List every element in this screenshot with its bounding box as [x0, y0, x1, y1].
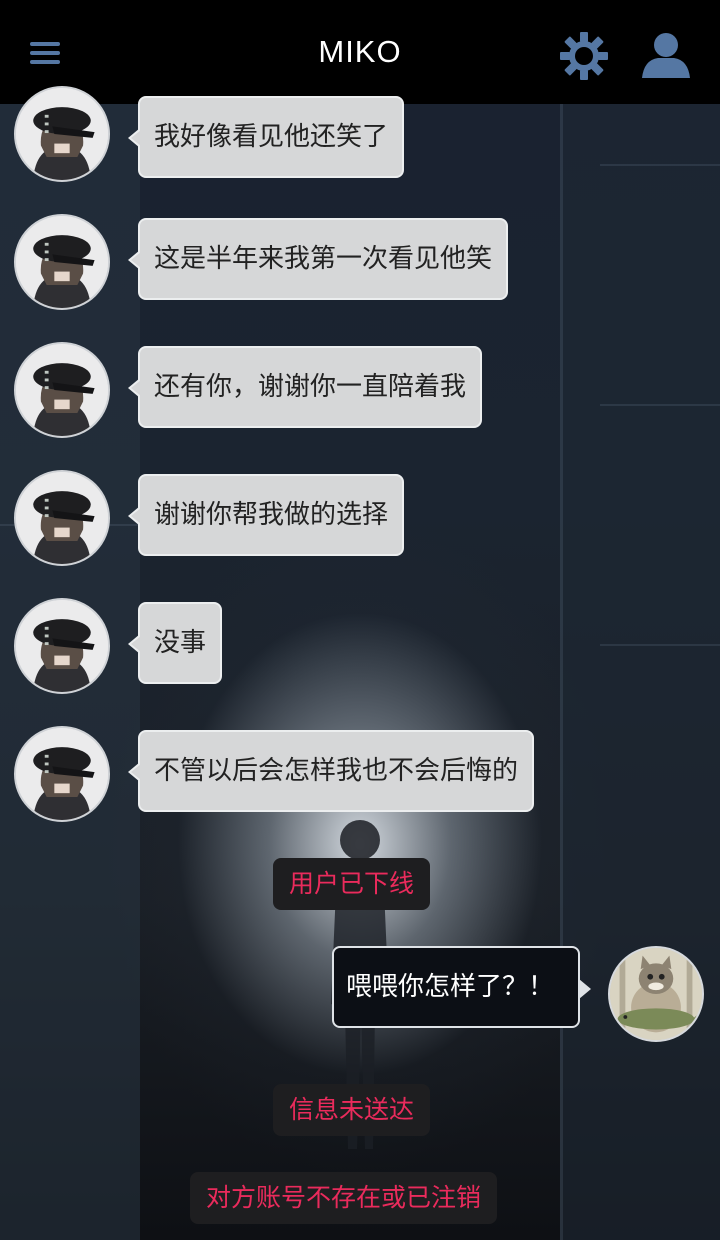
system-notice-offline: 用户已下线 — [273, 858, 431, 910]
message-row: 谢谢你帮我做的选择 — [0, 470, 720, 570]
incoming-message-bubble[interactable]: 没事 — [127, 602, 223, 684]
avatar-girl-cap-icon — [16, 344, 108, 436]
avatar-girl-cap-icon — [16, 472, 108, 564]
hamburger-menu-icon[interactable] — [24, 38, 66, 68]
incoming-message-bubble[interactable]: 不管以后会怎样我也不会后悔的 — [127, 730, 535, 812]
message-row: 还有你，谢谢你一直陪着我 — [0, 342, 720, 442]
gear-icon[interactable] — [559, 31, 609, 81]
avatar[interactable] — [14, 214, 110, 310]
user-icon[interactable] — [640, 32, 692, 78]
outgoing-message-bubble[interactable]: 喂喂你怎样了？！ — [332, 946, 591, 1028]
chat-title: MIKO — [318, 34, 402, 69]
avatar[interactable] — [14, 726, 110, 822]
incoming-message-bubble[interactable]: 我好像看见他还笑了 — [127, 96, 405, 178]
incoming-message-bubble[interactable]: 还有你，谢谢你一直陪着我 — [127, 346, 483, 428]
avatar-girl-cap-icon — [16, 728, 108, 820]
message-row: 我好像看见他还笑了 — [0, 86, 720, 186]
incoming-message-bubble[interactable]: 谢谢你帮我做的选择 — [127, 474, 405, 556]
system-notice-not-delivered: 信息未送达 — [273, 1084, 431, 1136]
my-avatar[interactable] — [608, 946, 704, 1042]
cat-with-fish-avatar-icon — [610, 948, 702, 1040]
message-row: 不管以后会怎样我也不会后悔的 — [0, 726, 720, 826]
avatar-girl-cap-icon — [16, 216, 108, 308]
avatar[interactable] — [14, 470, 110, 566]
avatar-girl-cap-icon — [16, 88, 108, 180]
avatar[interactable] — [14, 86, 110, 182]
message-row: 没事 — [0, 598, 720, 698]
message-row: 这是半年来我第一次看见他笑 — [0, 214, 720, 314]
avatar[interactable] — [14, 342, 110, 438]
system-notice-account-gone: 对方账号不存在或已注销 — [190, 1172, 498, 1224]
incoming-message-bubble[interactable]: 这是半年来我第一次看见他笑 — [127, 218, 509, 300]
avatar-girl-cap-icon — [16, 600, 108, 692]
avatar[interactable] — [14, 598, 110, 694]
